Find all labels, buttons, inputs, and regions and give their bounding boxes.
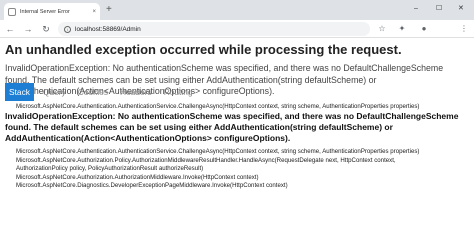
- extensions-icon[interactable]: ✦: [396, 23, 408, 35]
- stack-frame[interactable]: AuthorizationPolicy policy, PolicyAuthor…: [16, 165, 471, 174]
- new-tab-icon[interactable]: +: [106, 4, 112, 16]
- stack-frame[interactable]: Microsoft.AspNetCore.Authentication.Auth…: [16, 148, 471, 157]
- tab-routing[interactable]: Routing: [161, 83, 196, 101]
- stack-frame[interactable]: Microsoft.AspNetCore.Diagnostics.Develop…: [16, 182, 471, 191]
- tab-close-icon[interactable]: ×: [92, 9, 96, 15]
- stack-frame[interactable]: Microsoft.AspNetCore.Authorization.Autho…: [16, 174, 471, 183]
- profile-icon[interactable]: ●: [418, 23, 430, 35]
- stack-exception-title: InvalidOperationException: No authentica…: [5, 111, 459, 143]
- site-info-icon[interactable]: i: [64, 25, 71, 33]
- address-bar[interactable]: i localhost:58869/Admin: [58, 22, 370, 36]
- browser-toolbar: ← → ↻ i localhost:58869/Admin ☆ ✦ ● ⋮: [0, 20, 474, 38]
- tab-stack[interactable]: Stack: [5, 83, 34, 101]
- tab-cookies[interactable]: Cookies: [75, 83, 111, 101]
- minimize-icon[interactable]: –: [414, 4, 418, 14]
- page-favicon-icon: [8, 7, 16, 16]
- page-title: An unhandled exception occurred while pr…: [5, 42, 402, 57]
- back-icon[interactable]: ←: [4, 23, 16, 35]
- browser-menu-icon[interactable]: ⋮: [458, 23, 470, 35]
- tab-query[interactable]: Query: [40, 83, 69, 101]
- diagnostic-tabs: Stack Query Cookies Headers Routing: [5, 83, 202, 101]
- stack-frame[interactable]: Microsoft.AspNetCore.Authorization.Polic…: [16, 157, 471, 166]
- reload-icon[interactable]: ↻: [40, 23, 52, 35]
- window-close-icon[interactable]: ✕: [458, 4, 464, 14]
- bookmark-star-icon[interactable]: ☆: [376, 23, 388, 35]
- browser-tab[interactable]: Internal Server Error ×: [4, 3, 100, 20]
- exception-location: Microsoft.AspNetCore.Authentication.Auth…: [16, 102, 420, 110]
- address-url[interactable]: localhost:58869/Admin: [75, 26, 141, 33]
- browser-tab-title: Internal Server Error: [20, 8, 70, 15]
- forward-icon[interactable]: →: [22, 23, 34, 35]
- browser-tab-strip: Internal Server Error × + – ☐ ✕: [0, 0, 474, 20]
- tab-headers[interactable]: Headers: [117, 83, 155, 101]
- stack-frame-list: Microsoft.AspNetCore.Authentication.Auth…: [16, 148, 471, 191]
- maximize-icon[interactable]: ☐: [436, 4, 442, 14]
